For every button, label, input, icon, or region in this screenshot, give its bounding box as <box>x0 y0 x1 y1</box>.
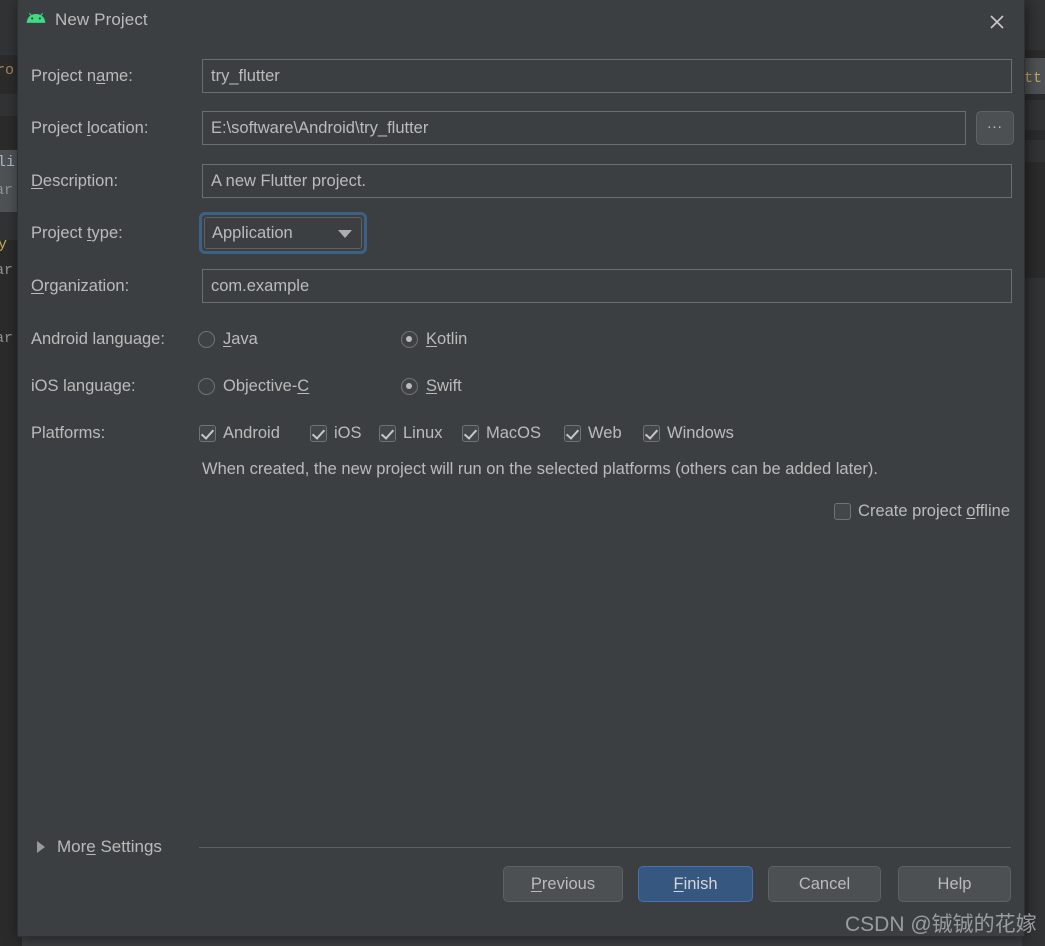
more-settings-divider <box>199 847 1011 848</box>
checkbox-platform-macos[interactable]: MacOS <box>462 416 541 450</box>
checkbox-platform-ios[interactable]: iOS <box>310 416 362 450</box>
radio-ios-language-objective-c[interactable]: Objective-C <box>198 369 309 403</box>
project-type-select[interactable]: Application <box>199 212 367 254</box>
more-settings-label: More Settings <box>57 837 162 856</box>
row-platforms: Platforms: Android iOS Linux MacOS Web W… <box>18 416 1024 450</box>
bg-code-fragment: ro <box>0 62 15 79</box>
android-language-label: Android language: <box>31 330 165 348</box>
project-location-label: Project location: <box>31 119 149 137</box>
project-location-input[interactable] <box>202 111 966 145</box>
radio-selected-icon <box>401 378 418 395</box>
organization-label: Organization: <box>31 277 130 295</box>
radio-unselected-icon <box>198 331 215 348</box>
ios-language-label: iOS language: <box>31 377 136 395</box>
bg-code-fragment: tt <box>1024 70 1043 87</box>
description-input[interactable] <box>202 164 1012 198</box>
chevron-down-icon <box>338 230 352 238</box>
more-settings-toggle[interactable]: More Settings <box>31 832 1011 862</box>
bg-code-fragment: ar <box>0 262 14 279</box>
row-project-name: Project name: <box>18 59 1024 93</box>
row-description: Description: <box>18 164 1024 198</box>
bg-code-fragment: y <box>0 236 8 253</box>
bg-block <box>1022 140 1045 162</box>
row-ios-language: iOS language: Objective-C Swift <box>18 369 1024 403</box>
project-name-input[interactable] <box>202 59 1012 93</box>
checkbox-platform-linux[interactable]: Linux <box>379 416 442 450</box>
platforms-label: Platforms: <box>31 424 106 442</box>
checkbox-checked-icon <box>643 425 660 442</box>
dialog-title: New Project <box>55 10 148 29</box>
checkbox-checked-icon <box>310 425 327 442</box>
finish-button[interactable]: Finish <box>638 866 753 902</box>
android-robot-icon <box>25 12 47 30</box>
csdn-watermark: CSDN @铖铖的花嫁 <box>845 913 1037 936</box>
bg-code-fragment: li <box>0 154 16 171</box>
close-icon[interactable] <box>982 8 1012 36</box>
checkbox-platform-android[interactable]: Android <box>199 416 280 450</box>
browse-location-button[interactable]: ... <box>976 111 1014 145</box>
checkbox-checked-icon <box>462 425 479 442</box>
radio-unselected-icon <box>198 378 215 395</box>
cancel-button[interactable]: Cancel <box>768 866 881 902</box>
checkbox-checked-icon <box>199 425 216 442</box>
bg-block <box>1022 0 1045 50</box>
browse-ellipsis-icon: ... <box>987 115 1003 132</box>
organization-input[interactable] <box>202 269 1012 303</box>
project-name-label: Project name: <box>31 67 133 85</box>
bg-block <box>1022 278 1045 946</box>
checkbox-checked-icon <box>379 425 396 442</box>
project-type-select-inner: Application <box>204 217 362 249</box>
radio-selected-icon <box>401 331 418 348</box>
project-type-label: Project type: <box>31 224 123 242</box>
platforms-helper-text: When created, the new project will run o… <box>202 460 878 478</box>
radio-android-language-kotlin[interactable]: Kotlin <box>401 322 467 356</box>
checkbox-checked-icon <box>564 425 581 442</box>
project-type-selected-value: Application <box>212 224 293 242</box>
checkbox-platform-web[interactable]: Web <box>564 416 622 450</box>
bg-code-fragment: ar <box>0 330 14 347</box>
ide-editor-right-strip: tt <box>1022 0 1045 946</box>
row-project-type: Project type: Application <box>18 212 1024 254</box>
description-label: Description: <box>31 172 119 190</box>
help-button[interactable]: Help <box>898 866 1011 902</box>
radio-android-language-java[interactable]: Java <box>198 322 258 356</box>
bg-block <box>1022 100 1045 130</box>
row-android-language: Android language: Java Kotlin <box>18 322 1024 356</box>
row-organization: Organization: <box>18 269 1024 303</box>
checkbox-platform-windows[interactable]: Windows <box>643 416 734 450</box>
new-project-dialog: New Project Project name: Project locati… <box>18 0 1024 936</box>
chevron-right-icon <box>37 841 45 853</box>
previous-button[interactable]: Previous <box>503 866 623 902</box>
row-project-location: Project location: ... <box>18 111 1024 145</box>
radio-ios-language-swift[interactable]: Swift <box>401 369 462 403</box>
checkbox-unchecked-icon <box>834 503 852 520</box>
bg-code-fragment: ar <box>0 182 14 199</box>
dialog-titlebar: New Project <box>18 0 1024 44</box>
checkbox-create-project-offline[interactable]: Create project offline <box>834 497 1010 525</box>
